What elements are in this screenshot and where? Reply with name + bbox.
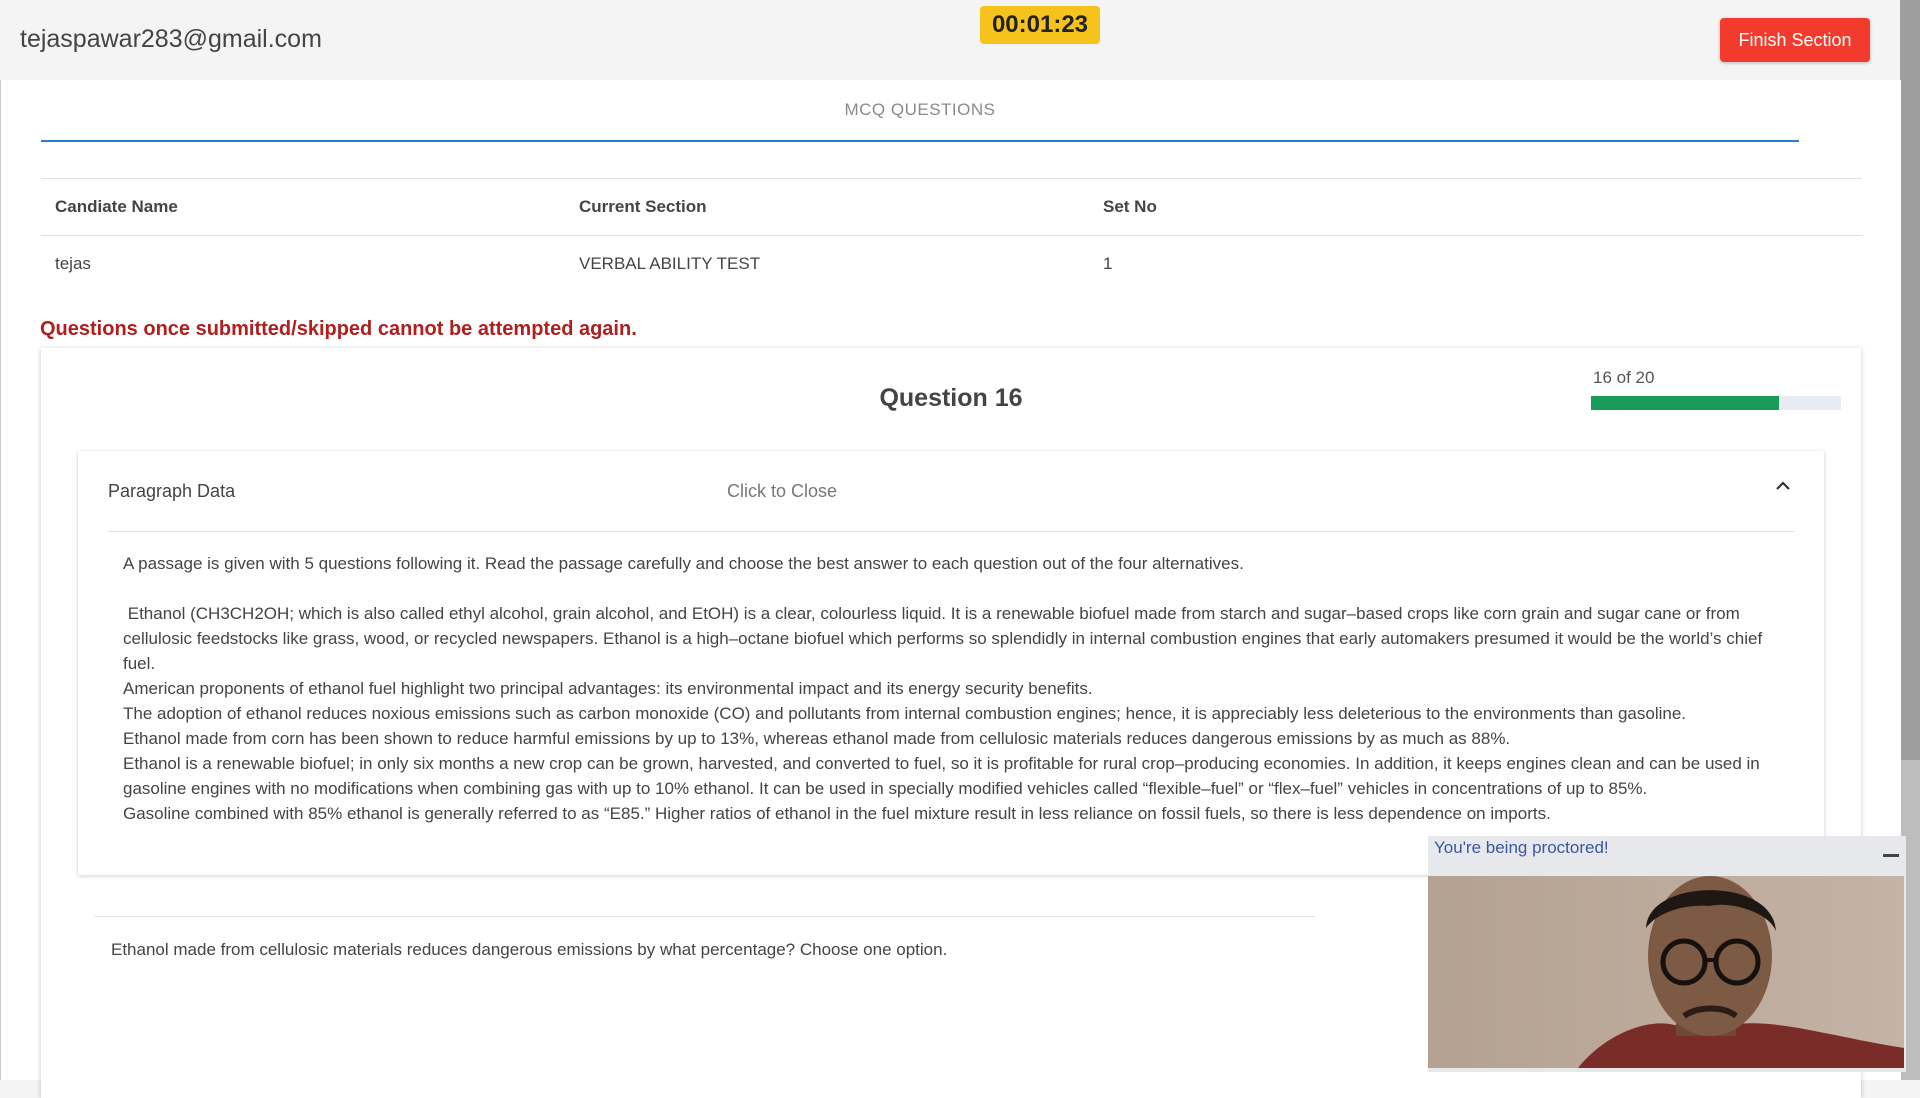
paragraph-panel-title: Paragraph Data (108, 481, 236, 501)
tab-mcq-questions[interactable]: MCQ QUESTIONS (41, 100, 1799, 120)
question-divider (95, 916, 1315, 917)
table-row: tejas VERBAL ABILITY TEST 1 (41, 236, 1862, 293)
finish-section-button[interactable]: Finish Section (1720, 18, 1870, 62)
webcam-feed (1428, 876, 1904, 1068)
candidate-info-table: Candiate Name Current Section Set No tej… (41, 178, 1862, 292)
question-title: Question 16 (879, 384, 1023, 412)
passage-line: The adoption of ethanol reduces noxious … (123, 704, 1687, 723)
header-candidate-name: Candiate Name (41, 178, 565, 236)
click-to-close-toggle[interactable]: Click to Close (727, 481, 837, 502)
paragraph-passage: A passage is given with 5 questions foll… (123, 551, 1763, 826)
header-set-no: Set No (1089, 178, 1862, 236)
webcam-person-image (1428, 876, 1904, 1068)
countdown-timer: 00:01:23 (980, 6, 1100, 44)
chevron-up-icon[interactable] (1772, 475, 1794, 497)
passage-line: American proponents of ethanol fuel high… (123, 679, 1093, 698)
passage-line: Ethanol (CH3CH2OH; which is also called … (123, 604, 1767, 673)
question-text: Ethanol made from cellulosic materials r… (111, 940, 948, 959)
passage-line: Ethanol made from corn has been shown to… (123, 729, 1511, 748)
section-tabs: MCQ QUESTIONS (41, 100, 1799, 142)
set-no-value: 1 (1103, 254, 1113, 273)
user-email: tejaspawar283@gmail.com (20, 25, 322, 53)
submission-warning: Questions once submitted/skipped cannot … (40, 318, 637, 340)
table-header-row: Candiate Name Current Section Set No (41, 178, 1862, 236)
progress-label: 16 of 20 (1593, 368, 1655, 387)
passage-line: Gasoline combined with 85% ethanol is ge… (123, 804, 1551, 823)
passage-intro: A passage is given with 5 questions foll… (123, 554, 1244, 573)
paragraph-panel: Paragraph Data Click to Close A passage … (78, 451, 1824, 875)
minimize-icon[interactable] (1883, 854, 1899, 857)
header-current-section: Current Section (565, 178, 1089, 236)
paragraph-panel-header[interactable]: Paragraph Data Click to Close (108, 451, 1794, 532)
progress-bar (1591, 396, 1841, 410)
progress-bar-fill (1591, 396, 1779, 410)
scrollbar-thumb[interactable] (1900, 0, 1920, 760)
candidate-name-value: tejas (55, 254, 91, 273)
top-bar: tejaspawar283@gmail.com 00:01:23 Finish … (0, 0, 1900, 80)
passage-line: Ethanol is a renewable biofuel; in only … (123, 754, 1760, 798)
proctor-widget: You're being proctored! (1428, 836, 1906, 1072)
proctor-title: You're being proctored! (1434, 838, 1609, 857)
current-section-value: VERBAL ABILITY TEST (579, 254, 761, 273)
